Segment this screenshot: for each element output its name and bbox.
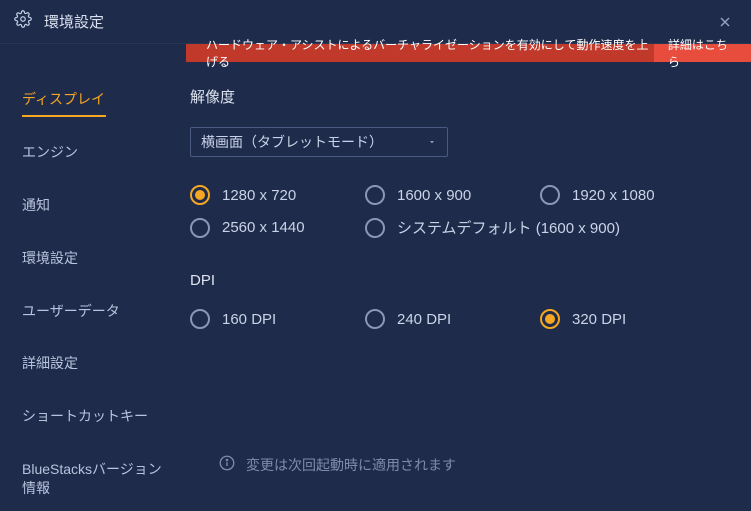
resolution-2560x1440[interactable]: 2560 x 1440 bbox=[190, 217, 365, 238]
radio-icon bbox=[190, 309, 210, 329]
radio-icon bbox=[365, 218, 385, 238]
dpi-label: DPI bbox=[190, 272, 735, 289]
sidebar: ディスプレイ エンジン 通知 環境設定 ユーザーデータ 詳細設定 ショートカット… bbox=[0, 62, 186, 511]
dpi-320[interactable]: 320 DPI bbox=[540, 309, 715, 329]
radio-icon bbox=[190, 218, 210, 238]
dpi-240[interactable]: 240 DPI bbox=[365, 309, 540, 329]
radio-icon bbox=[365, 185, 385, 205]
gear-icon bbox=[14, 10, 32, 33]
resolution-label: 解像度 bbox=[190, 86, 735, 107]
resolution-options: 1280 x 720 1600 x 900 1920 x 1080 2560 x… bbox=[190, 185, 735, 238]
orientation-value: 横画面（タブレットモード） bbox=[201, 132, 383, 152]
dpi-160[interactable]: 160 DPI bbox=[190, 309, 365, 329]
radio-icon bbox=[540, 185, 560, 205]
sidebar-item-advanced[interactable]: 詳細設定 bbox=[0, 344, 186, 383]
window-title: 環境設定 bbox=[44, 11, 104, 32]
resolution-1920x1080[interactable]: 1920 x 1080 bbox=[540, 185, 715, 205]
chevron-down-icon bbox=[427, 134, 437, 150]
info-icon bbox=[218, 454, 236, 475]
resolution-system-default[interactable]: システムデフォルト (1600 x 900) bbox=[365, 217, 715, 238]
sidebar-item-notifications[interactable]: 通知 bbox=[0, 186, 186, 225]
main-panel: 解像度 横画面（タブレットモード） 1280 x 720 1600 x 900 … bbox=[186, 62, 751, 511]
sidebar-item-display[interactable]: ディスプレイ bbox=[0, 80, 186, 119]
resolution-1280x720[interactable]: 1280 x 720 bbox=[190, 185, 365, 205]
dpi-options: 160 DPI 240 DPI 320 DPI bbox=[190, 309, 735, 329]
orientation-select[interactable]: 横画面（タブレットモード） bbox=[190, 127, 448, 157]
sidebar-item-engine[interactable]: エンジン bbox=[0, 133, 186, 172]
radio-icon bbox=[540, 309, 560, 329]
sidebar-item-preferences[interactable]: 環境設定 bbox=[0, 239, 186, 278]
radio-icon bbox=[190, 185, 210, 205]
close-button[interactable] bbox=[713, 10, 737, 34]
sidebar-item-userdata[interactable]: ユーザーデータ bbox=[0, 292, 186, 331]
banner-details-link[interactable]: 詳細はこちら bbox=[654, 44, 751, 62]
radio-icon bbox=[365, 309, 385, 329]
restart-note: 変更は次回起動時に適用されます bbox=[218, 454, 456, 475]
sidebar-item-version[interactable]: BlueStacksバージョン情報 bbox=[0, 450, 186, 508]
resolution-1600x900[interactable]: 1600 x 900 bbox=[365, 185, 540, 205]
virtualization-banner: ハードウェア・アシストによるバーチャライゼーションを有効にして動作速度を上げる … bbox=[186, 44, 751, 62]
sidebar-item-shortcuts[interactable]: ショートカットキー bbox=[0, 397, 186, 436]
